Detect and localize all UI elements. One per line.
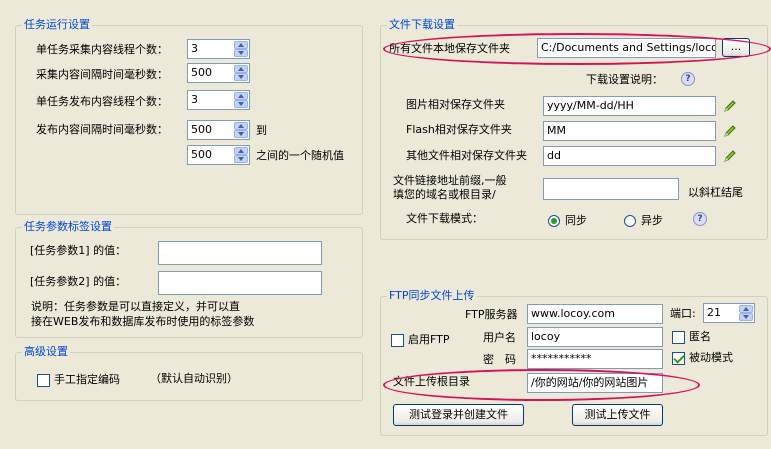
port-value[interactable]: 21 <box>707 306 721 320</box>
ftp-password-input[interactable]: *********** <box>527 349 663 369</box>
anonymous-label[interactable]: 匿名 <box>689 330 711 344</box>
image-dir-label: 图片相对保存文件夹 <box>406 98 505 111</box>
collect-threads-spinner[interactable]: 3 <box>187 39 250 59</box>
enable-ftp-checkbox[interactable] <box>391 334 404 347</box>
other-dir-label: 其他文件相对保存文件夹 <box>406 149 527 162</box>
publish-threads-value[interactable]: 3 <box>191 93 198 107</box>
save-dir-label: 所有文件本地保存文件夹 <box>389 42 510 55</box>
params-note-line2: 接在WEB发布和数据库发布时使用的标签参数 <box>31 315 255 328</box>
ftp-title: FTP同步文件上传 <box>387 289 477 303</box>
publish-interval-label: 发布内容间隔时间毫秒数： <box>36 123 168 136</box>
collect-interval-spinner[interactable]: 500 <box>187 63 250 83</box>
edit-pencil-icon[interactable] <box>723 124 737 138</box>
collect-threads-value[interactable]: 3 <box>191 42 198 56</box>
publish-interval-max-spinner[interactable]: 500 <box>187 145 250 165</box>
download-title: 文件下载设置 <box>387 18 457 32</box>
param1-input[interactable] <box>158 241 322 265</box>
root-dir-label: 文件上传根目录 <box>393 375 470 388</box>
enable-ftp-label[interactable]: 启用FTP <box>408 333 450 347</box>
ftp-server-label: FTP服务器 <box>465 308 518 321</box>
advanced-title: 高级设置 <box>22 345 70 359</box>
prefix-label-line2: 填您的域名或根目录/ <box>393 188 496 201</box>
test-upload-button[interactable]: 测试上传文件 <box>572 404 663 426</box>
collect-threads-label: 单任务采集内容线程个数： <box>36 43 168 56</box>
task-run-title: 任务运行设置 <box>22 18 92 32</box>
test-login-button[interactable]: 测试登录并创建文件 <box>393 404 524 426</box>
ftp-server-input[interactable]: www.locoy.com <box>527 304 663 324</box>
prefix-label-line1: 文件链接地址前缀,一般 <box>393 174 507 187</box>
random-label: 之间的一个随机值 <box>256 149 344 162</box>
mode-sync-radio[interactable] <box>548 215 560 227</box>
manual-encoding-label[interactable]: 手工指定编码 <box>54 373 120 387</box>
mode-async-label[interactable]: 异步 <box>641 214 663 228</box>
collect-interval-value[interactable]: 500 <box>191 66 212 80</box>
publish-interval-max-value[interactable]: 500 <box>191 148 212 162</box>
spin-up-icon[interactable] <box>234 122 248 130</box>
anonymous-checkbox[interactable] <box>672 331 685 344</box>
param1-label: [任务参数1] 的值： <box>30 244 127 257</box>
ftp-user-label: 用户名 <box>483 331 516 344</box>
spin-up-icon[interactable] <box>234 147 248 155</box>
port-label: 端口: <box>670 307 696 320</box>
spin-up-icon[interactable] <box>739 305 753 313</box>
params-note-line1: 说明：任务参数是可以直接定义，并可以直 <box>31 300 240 313</box>
spin-up-icon[interactable] <box>234 92 248 100</box>
slash-suffix-label: 以斜杠结尾 <box>688 186 743 199</box>
to-label: 到 <box>256 124 267 137</box>
ftp-user-input[interactable]: locoy <box>527 327 663 347</box>
param2-label: [任务参数2] 的值： <box>30 275 127 288</box>
collect-interval-label: 采集内容间隔时间毫秒数： <box>36 68 168 81</box>
default-auto-label: （默认自动识别） <box>150 372 238 385</box>
spin-up-icon[interactable] <box>234 41 248 49</box>
task-params-title: 任务参数标签设置 <box>22 220 114 234</box>
ftp-password-label: 密 码 <box>483 353 516 366</box>
manual-encoding-checkbox[interactable] <box>37 374 50 387</box>
param2-input[interactable] <box>158 271 322 295</box>
flash-dir-input[interactable]: MM <box>543 121 716 141</box>
spin-down-icon[interactable] <box>234 155 248 163</box>
passive-mode-checkbox[interactable] <box>672 352 685 365</box>
download-mode-label: 文件下载模式： <box>406 212 483 225</box>
mode-async-radio[interactable] <box>624 215 636 227</box>
passive-mode-label[interactable]: 被动模式 <box>689 351 733 365</box>
publish-threads-label: 单任务发布内容线程个数： <box>36 95 168 108</box>
help-icon[interactable]: ? <box>693 212 707 226</box>
prefix-input[interactable] <box>543 178 679 200</box>
root-dir-input[interactable]: /你的网站/你的网站图片 <box>527 373 663 393</box>
spin-down-icon[interactable] <box>234 73 248 81</box>
save-dir-input[interactable]: C:/Documents and Settings/locoy/桌 <box>537 38 716 58</box>
publish-interval-min-spinner[interactable]: 500 <box>187 120 250 140</box>
edit-pencil-icon[interactable] <box>723 149 737 163</box>
port-spinner[interactable]: 21 <box>703 303 755 323</box>
help-icon[interactable]: ? <box>681 72 695 86</box>
spin-down-icon[interactable] <box>234 130 248 138</box>
browse-button[interactable]: ... <box>722 38 750 57</box>
edit-pencil-icon[interactable] <box>723 99 737 113</box>
other-dir-input[interactable]: dd <box>543 146 716 166</box>
image-dir-input[interactable]: yyyy/MM-dd/HH <box>543 96 716 116</box>
publish-interval-min-value[interactable]: 500 <box>191 123 212 137</box>
publish-threads-spinner[interactable]: 3 <box>187 90 250 110</box>
flash-dir-label: Flash相对保存文件夹 <box>406 123 512 136</box>
spin-down-icon[interactable] <box>234 49 248 57</box>
download-help-title: 下载设置说明： <box>586 73 663 86</box>
spin-down-icon[interactable] <box>739 313 753 321</box>
spin-down-icon[interactable] <box>234 100 248 108</box>
mode-sync-label[interactable]: 同步 <box>565 214 587 228</box>
spin-up-icon[interactable] <box>234 65 248 73</box>
